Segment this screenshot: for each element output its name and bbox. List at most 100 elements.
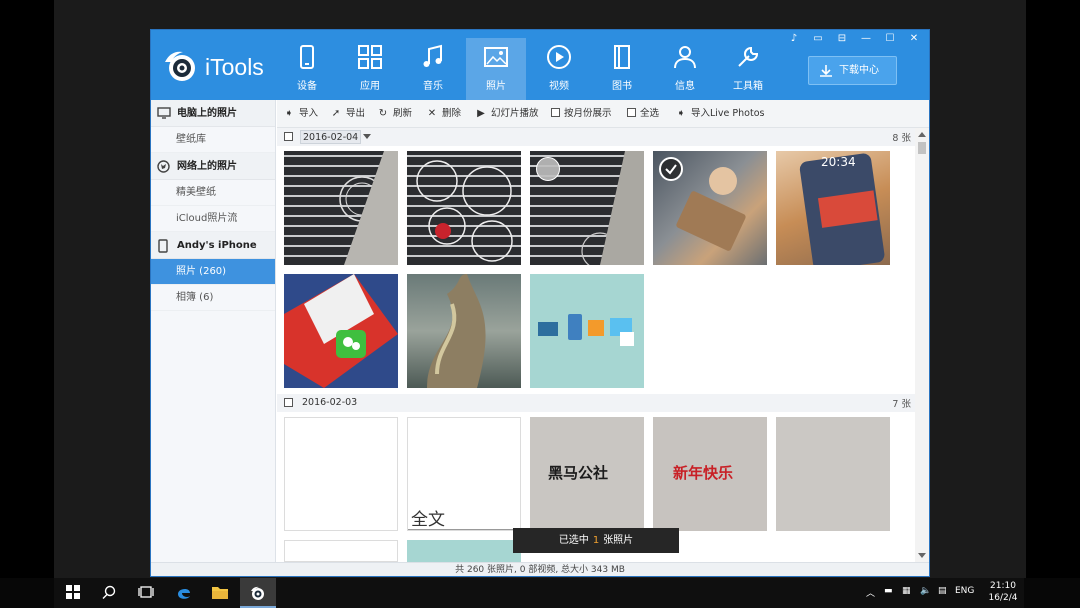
scroll-down-icon[interactable]: [918, 553, 926, 558]
phone-icon: [158, 239, 168, 253]
refresh-icon: ↻: [378, 108, 388, 119]
import-label: 导入: [299, 108, 319, 119]
tab-apps[interactable]: 应用: [340, 38, 400, 100]
import-icon: ➧: [676, 108, 686, 119]
delete-label: 删除: [442, 108, 462, 119]
task-view-button[interactable]: [128, 578, 164, 608]
sidebar-item-albums[interactable]: 相簿 (6): [151, 285, 275, 311]
edge-button[interactable]: [166, 578, 202, 608]
photo-thumbnail[interactable]: 全文: [407, 417, 521, 531]
file-explorer-button[interactable]: [202, 578, 238, 608]
scroll-up-icon[interactable]: [918, 132, 926, 137]
itools-taskbar-button[interactable]: [240, 578, 276, 608]
sidebar-item-photos[interactable]: 照片 (260): [151, 259, 275, 285]
tab-label: 工具箱: [733, 81, 763, 92]
wrench-icon: [738, 46, 759, 67]
download-center-button[interactable]: 下载中心: [808, 56, 897, 85]
delete-icon: ✕: [427, 108, 437, 119]
photo-thumbnail[interactable]: [776, 417, 890, 531]
tab-video[interactable]: 视频: [529, 38, 589, 100]
edge-icon: [178, 588, 190, 599]
letterbox-left: [0, 0, 54, 578]
sidebar-header-label: 网络上的照片: [177, 161, 237, 172]
photo-thumbnail[interactable]: 新年快乐: [653, 417, 767, 531]
checkmark-icon[interactable]: [659, 157, 683, 181]
red-envelope-photo-icon: [284, 274, 398, 388]
toast-prefix: 已选中: [558, 535, 589, 546]
search-button[interactable]: [92, 578, 128, 608]
sidebar-header-label: 电脑上的照片: [177, 108, 237, 119]
select-circle-icon[interactable]: [536, 157, 560, 181]
language-indicator[interactable]: ENG: [955, 586, 974, 596]
scrollbar[interactable]: [915, 128, 929, 562]
photo-thumbnail[interactable]: [284, 417, 398, 531]
group-checkbox[interactable]: [284, 132, 293, 141]
tab-books[interactable]: 图书: [592, 38, 652, 100]
photo-thumbnail[interactable]: [530, 151, 644, 265]
by-month-label: 按月份展示: [564, 108, 612, 119]
photo-thumbnail[interactable]: [284, 151, 398, 265]
close-button[interactable]: ✕: [905, 32, 923, 46]
sidebar-header-iphone: Andy's iPhone: [151, 232, 275, 259]
tab-music[interactable]: 音乐: [403, 38, 463, 100]
apps-icon: [358, 45, 382, 69]
photo-thumbnail-selected[interactable]: [653, 151, 767, 265]
delete-button[interactable]: ✕ 删除: [426, 100, 461, 128]
chevron-up-icon[interactable]: ︿: [866, 586, 875, 599]
checkbox-icon: [627, 108, 636, 117]
minimize-button[interactable]: —: [857, 32, 875, 46]
photo-thumbnail[interactable]: 20:34: [776, 151, 890, 265]
photo-thumbnail[interactable]: [407, 540, 521, 562]
photo-caption-newyear: 新年快乐: [673, 464, 734, 482]
start-button[interactable]: [56, 578, 92, 608]
import-button[interactable]: ➧ 导入: [283, 100, 318, 128]
date-group-header: 2016-02-03 7 张: [277, 394, 915, 412]
selection-toast: 已选中 1 张照片: [513, 528, 679, 553]
photo-thumbnail[interactable]: [284, 274, 398, 388]
skin-button[interactable]: ♪: [785, 32, 803, 46]
windows-taskbar: ︿ ▬ ▦ 🔈 ▤ ENG 21:10 16/2/4: [54, 578, 1024, 608]
export-button[interactable]: ➚ 导出: [330, 100, 365, 128]
scroll-thumb[interactable]: [918, 142, 926, 154]
tab-label: 视频: [549, 81, 569, 92]
maximize-button[interactable]: ☐: [881, 32, 899, 46]
sidebar: 电脑上的照片 壁纸库 网络上的照片 精美壁纸 iCloud照片流 Andy's …: [151, 100, 276, 562]
volume-icon[interactable]: 🔈: [920, 586, 931, 596]
tab-label: 设备: [297, 81, 317, 92]
photo-thumbnail[interactable]: [284, 540, 398, 562]
photo-thumbnail[interactable]: 黑马公社: [530, 417, 644, 531]
import-live-photos-button[interactable]: ➧ 导入Live Photos: [675, 100, 765, 128]
tab-messages[interactable]: 信息: [655, 38, 715, 100]
photo-thumbnail[interactable]: [407, 151, 521, 265]
feedback-button[interactable]: ▭: [809, 32, 827, 46]
photo-thumbnail[interactable]: [530, 274, 644, 388]
notification-icon[interactable]: ▤: [938, 586, 947, 596]
photo-thumbnail[interactable]: [407, 274, 521, 388]
photo-grid: 2016-02-04 8 张 20:34 2016-02-03 7 张 全文 黑…: [277, 128, 915, 562]
tab-photos[interactable]: 照片: [466, 38, 526, 100]
checkbox-icon: [551, 108, 560, 117]
clock[interactable]: 21:10 16/2/4: [984, 580, 1022, 604]
person-icon: [674, 46, 696, 69]
slideshow-button[interactable]: ▶ 幻灯片播放: [475, 100, 538, 128]
refresh-button[interactable]: ↻ 刷新: [377, 100, 412, 128]
sidebar-item-icloud-stream[interactable]: iCloud照片流: [151, 206, 275, 232]
chevron-down-icon[interactable]: [363, 134, 371, 139]
select-all-checkbox[interactable]: 全选: [627, 100, 659, 128]
sidebar-header-pc-photos: 电脑上的照片: [151, 100, 275, 127]
network-icon[interactable]: ▦: [902, 586, 911, 596]
sidebar-item-wallpaper-library[interactable]: 壁纸库: [151, 127, 275, 153]
toast-suffix: 张照片: [603, 535, 634, 546]
tab-device[interactable]: 设备: [277, 38, 337, 100]
search-icon: [102, 585, 116, 599]
play-icon: ▶: [477, 108, 485, 119]
battery-icon[interactable]: ▬: [884, 586, 893, 596]
by-month-checkbox[interactable]: 按月份展示: [551, 100, 612, 128]
group-checkbox[interactable]: [284, 398, 293, 407]
tab-toolbox[interactable]: 工具箱: [718, 38, 778, 100]
itools-logo-icon: [165, 51, 195, 81]
sidebar-item-fine-wallpaper[interactable]: 精美壁纸: [151, 180, 275, 206]
group-date: 2016-02-04: [300, 130, 362, 144]
music-icon: [423, 44, 442, 67]
menu-button[interactable]: ⊟: [833, 32, 851, 46]
